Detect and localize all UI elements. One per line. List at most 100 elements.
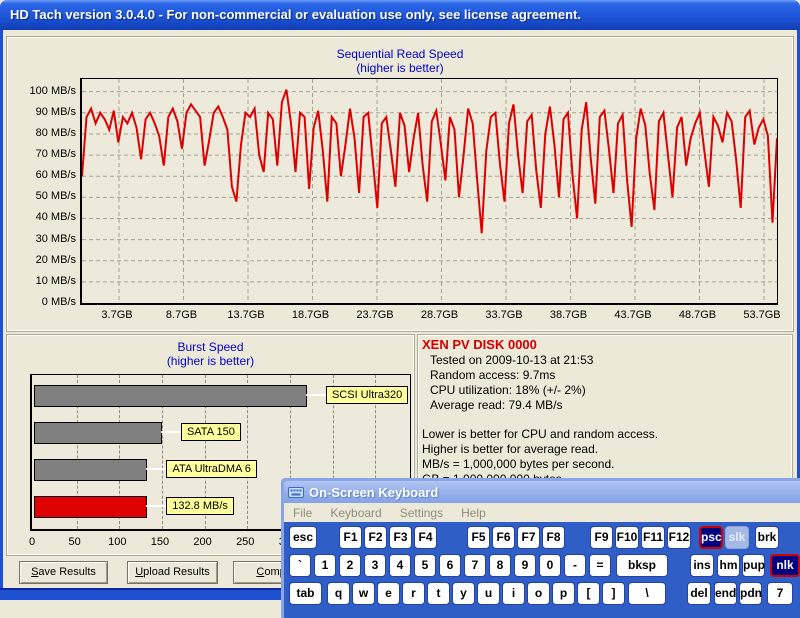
bar-label: SCSI Ultra320 (326, 386, 408, 404)
bar-label: ATA UltraDMA 6 (166, 460, 256, 478)
key-w[interactable]: w (352, 582, 375, 605)
key-backslash[interactable]: \ (628, 582, 666, 605)
key-`[interactable]: ` (289, 554, 311, 577)
key-o[interactable]: o (527, 582, 550, 605)
key-F12[interactable]: F12 (667, 526, 691, 549)
device-stats: Tested on 2009-10-13 at 21:53Random acce… (422, 353, 788, 413)
seq-chart-subtitle: (higher is better) (0, 61, 800, 75)
key-F2[interactable]: F2 (364, 526, 387, 549)
key-esc[interactable]: esc (289, 526, 317, 549)
key-del[interactable]: del (687, 582, 711, 605)
key-F8[interactable]: F8 (542, 526, 565, 549)
bar-sata-150 (34, 422, 162, 444)
key-brk[interactable]: brk (755, 526, 779, 549)
key-F7[interactable]: F7 (517, 526, 540, 549)
key-[[interactable]: [ (577, 582, 600, 605)
key-pup[interactable]: pup (742, 554, 765, 577)
osk-menu-file[interactable]: File (293, 506, 312, 520)
osk-menu-help[interactable]: Help (461, 506, 486, 520)
osk-menu-keyboard[interactable]: Keyboard (330, 506, 381, 520)
upload-results-button[interactable]: Upload Results (127, 561, 218, 584)
osk-titlebar[interactable]: On-Screen Keyboard (284, 481, 800, 503)
key-F1[interactable]: F1 (339, 526, 362, 549)
key-e[interactable]: e (377, 582, 400, 605)
info-stat-line: Random access: 9.7ms (422, 368, 788, 383)
key-u[interactable]: u (477, 582, 500, 605)
key-q[interactable]: q (327, 582, 350, 605)
key-2[interactable]: 2 (339, 554, 361, 577)
key-F6[interactable]: F6 (492, 526, 515, 549)
osk-menubar: File Keyboard Settings Help (284, 503, 800, 522)
key--[interactable]: - (564, 554, 586, 577)
key-p[interactable]: p (552, 582, 575, 605)
osk-window: On-Screen Keyboard File Keyboard Setting… (281, 478, 800, 618)
key-4[interactable]: 4 (389, 554, 411, 577)
seq-ytick-label: 20 MB/s (12, 254, 76, 266)
key-8[interactable]: 8 (489, 554, 511, 577)
key-3[interactable]: 3 (364, 554, 386, 577)
key-y[interactable]: y (452, 582, 475, 605)
key-F9[interactable]: F9 (590, 526, 613, 549)
info-stat-line: Tested on 2009-10-13 at 21:53 (422, 353, 788, 368)
seq-xtick-label: 48.7GB (670, 309, 726, 321)
key-pdn[interactable]: pdn (739, 582, 762, 605)
key-6[interactable]: 6 (439, 554, 461, 577)
seq-xtick-label: 53.7GB (734, 309, 790, 321)
key-F10[interactable]: F10 (615, 526, 639, 549)
key-nlk[interactable]: nlk (770, 554, 800, 577)
key-F11[interactable]: F11 (641, 526, 665, 549)
key-i[interactable]: i (502, 582, 525, 605)
seq-ytick-label: 40 MB/s (12, 211, 76, 223)
burst-xtick-label: 250 (230, 536, 260, 548)
seq-xtick-label: 8.7GB (154, 309, 210, 321)
save-results-button[interactable]: Save Results (19, 561, 108, 584)
info-stat-line: Average read: 79.4 MB/s (422, 398, 788, 413)
burst-xtick-label: 200 (188, 536, 218, 548)
seq-ytick-label: 80 MB/s (12, 127, 76, 139)
seq-ytick-label: 10 MB/s (12, 275, 76, 287)
burst-xtick-label: 150 (145, 536, 175, 548)
info-note-line: Lower is better for CPU and random acces… (422, 427, 788, 442)
seq-xtick-label: 18.7GB (283, 309, 339, 321)
osk-title: On-Screen Keyboard (309, 485, 438, 500)
key-F4[interactable]: F4 (414, 526, 437, 549)
key-tab[interactable]: tab (289, 582, 322, 605)
info-stat-line: CPU utilization: 18% (+/- 2%) (422, 383, 788, 398)
key-=[interactable]: = (589, 554, 611, 577)
key-7[interactable]: 7 (767, 582, 793, 605)
bar-label: SATA 150 (181, 423, 241, 441)
key-bksp[interactable]: bksp (616, 554, 668, 577)
burst-xtick-label: 100 (102, 536, 132, 548)
key-0[interactable]: 0 (539, 554, 561, 577)
seq-ytick-label: 70 MB/s (12, 148, 76, 160)
seq-ytick-label: 90 MB/s (12, 106, 76, 118)
key-slk[interactable]: slk (725, 526, 749, 549)
key-hm[interactable]: hm (717, 554, 740, 577)
seq-xtick-label: 13.7GB (218, 309, 274, 321)
key-end[interactable]: end (714, 582, 737, 605)
key-][interactable]: ] (602, 582, 625, 605)
osk-key-row-3: tabqwertyuiop[]\ delendpdn7 (284, 582, 800, 605)
key-F3[interactable]: F3 (389, 526, 412, 549)
seq-ytick-label: 0 MB/s (12, 296, 76, 308)
key-t[interactable]: t (427, 582, 450, 605)
seq-chart-title: Sequential Read Speed (0, 47, 800, 61)
seq-ytick-label: 60 MB/s (12, 169, 76, 181)
key-ins[interactable]: ins (690, 554, 714, 577)
seq-xtick-label: 23.7GB (347, 309, 403, 321)
key-psc[interactable]: psc (699, 526, 723, 549)
key-1[interactable]: 1 (314, 554, 336, 577)
osk-key-row-1: esc F1F2F3F4 F5F6F7F8 F9F10F11F12 pscslkbrk (284, 526, 800, 549)
key-r[interactable]: r (402, 582, 425, 605)
key-5[interactable]: 5 (414, 554, 436, 577)
keyboard-icon (288, 486, 304, 499)
key-F5[interactable]: F5 (467, 526, 490, 549)
key-9[interactable]: 9 (514, 554, 536, 577)
bar-ata-ultradma-6 (34, 459, 147, 481)
hdtach-titlebar[interactable]: HD Tach version 3.0.4.0 - For non-commer… (0, 0, 800, 30)
key-7[interactable]: 7 (464, 554, 486, 577)
bar-132-8-mb-s (34, 496, 147, 518)
bar-label: 132.8 MB/s (166, 497, 234, 515)
osk-key-row-2: `1234567890-=bkspinshmpupnlk (284, 554, 800, 577)
osk-menu-settings[interactable]: Settings (400, 506, 443, 520)
